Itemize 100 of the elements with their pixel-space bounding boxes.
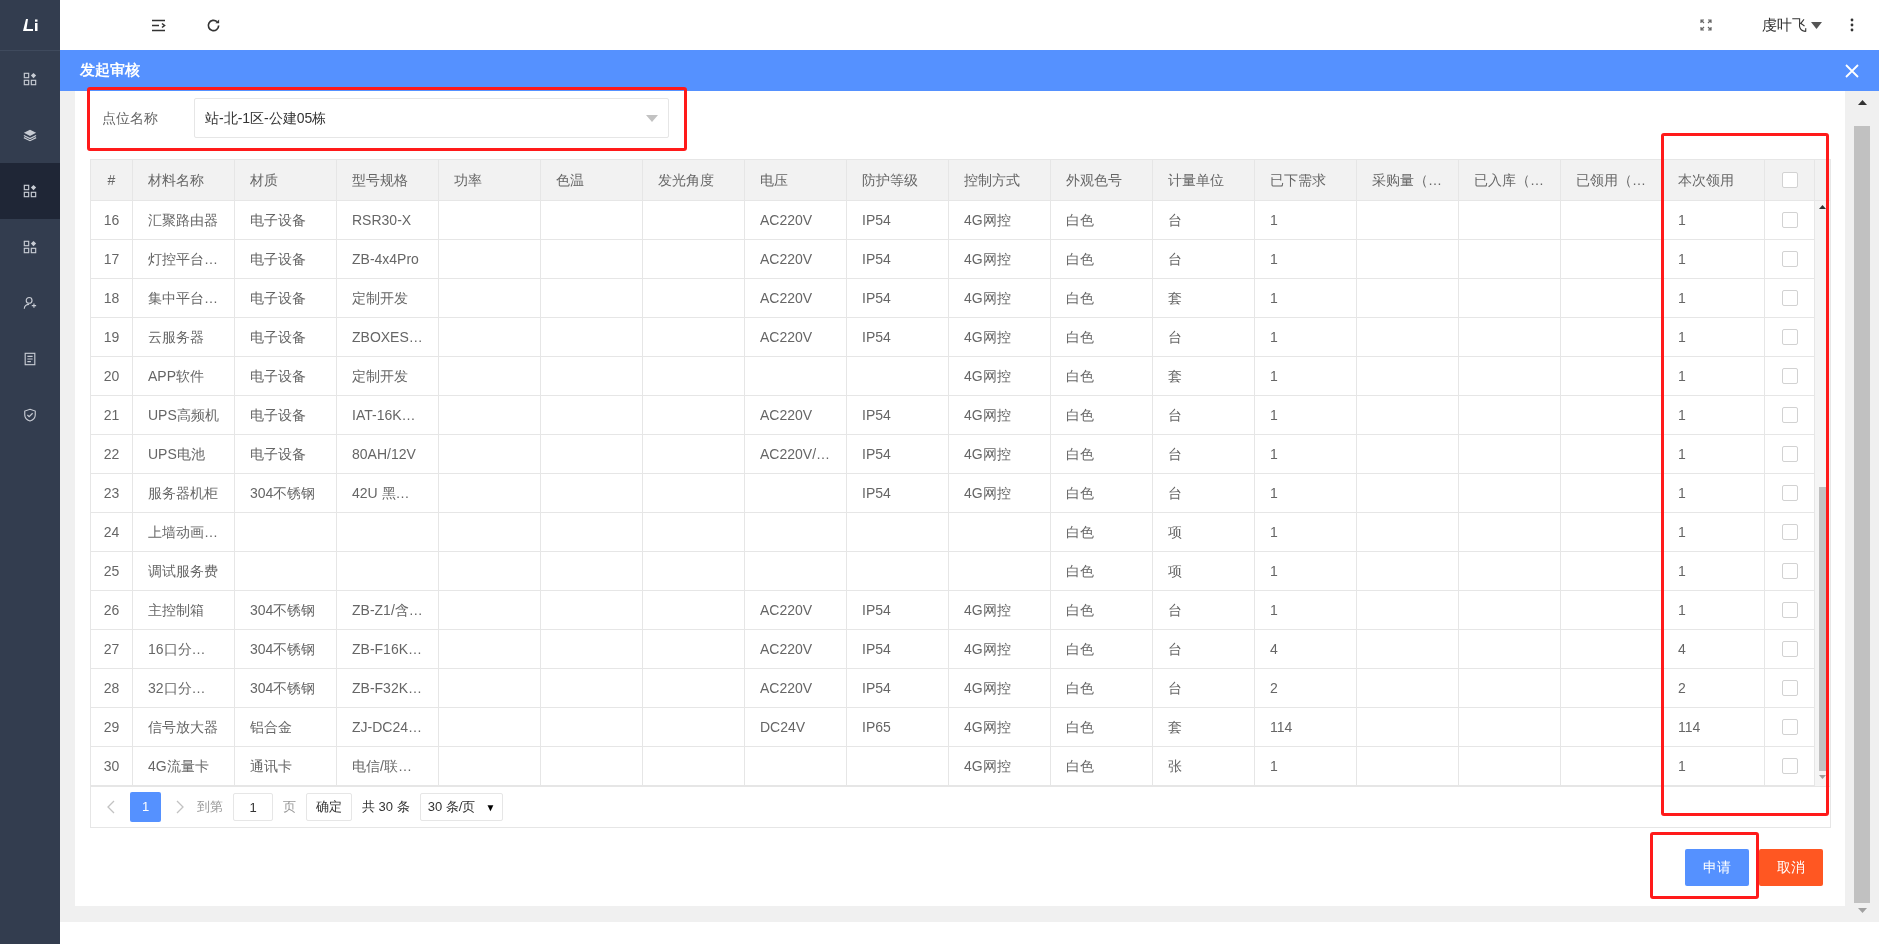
checkbox[interactable] xyxy=(1781,446,1798,462)
scroll-down-icon[interactable] xyxy=(1819,775,1826,779)
table-cell-text: 服务器机柜 xyxy=(148,483,218,503)
page-size-select[interactable]: 30 条/页 ▼ xyxy=(419,793,504,821)
table-cell-text: 18 xyxy=(103,288,120,308)
table-cell-text: AC220V xyxy=(760,405,813,425)
scroll-down-icon[interactable] xyxy=(1857,908,1867,913)
table-cell-text: 调试服务费 xyxy=(148,561,218,581)
table-cell-text: 台 xyxy=(1168,639,1182,659)
table-cell-text: 集中平台… xyxy=(148,288,218,308)
table-cell-text: 台 xyxy=(1168,600,1182,620)
table-cell-text: AC220V xyxy=(760,288,813,308)
scroll-up-icon[interactable] xyxy=(1819,205,1826,209)
table-cell-text: 4G网控 xyxy=(964,444,1011,464)
checkbox[interactable] xyxy=(1781,758,1798,774)
table-cell-text: IP54 xyxy=(862,444,891,464)
table-cell-text: 1 xyxy=(1678,444,1686,464)
table-cell-text: 1 xyxy=(1270,444,1278,464)
fullscreen-icon[interactable] xyxy=(1700,19,1712,31)
next-page-icon[interactable] xyxy=(176,800,184,814)
table-cell-text: 1 xyxy=(1678,483,1686,503)
more-icon[interactable] xyxy=(1850,18,1854,32)
column-header: 本次领用 xyxy=(1678,170,1734,190)
column-header: 外观色号 xyxy=(1066,170,1122,190)
table-cell-text: 定制开发 xyxy=(352,366,408,386)
table-cell-text: 2 xyxy=(1678,678,1686,698)
close-icon[interactable] xyxy=(1845,63,1859,78)
column-header: 计量单位 xyxy=(1168,170,1224,190)
page-input[interactable]: 1 xyxy=(233,793,273,821)
table-cell-text: AC220V xyxy=(760,210,813,230)
table-cell-text: AC220V xyxy=(760,327,813,347)
table-cell-text: 白色 xyxy=(1066,639,1094,659)
table-cell-text: 云服务器 xyxy=(148,327,204,347)
table-cell-text: 白色 xyxy=(1066,561,1094,581)
checkbox[interactable] xyxy=(1781,602,1798,618)
dropdown-caret-icon: ▼ xyxy=(485,799,496,815)
table-cell-text: 1 xyxy=(1270,210,1278,230)
checkbox[interactable] xyxy=(1781,563,1798,579)
table-cell-text: 17 xyxy=(103,249,120,269)
table-cell-text: 1 xyxy=(1270,405,1278,425)
table-cell-text: 白色 xyxy=(1066,327,1094,347)
checkbox[interactable] xyxy=(1781,524,1798,540)
confirm-button[interactable]: 确定 xyxy=(306,793,352,821)
checkbox[interactable] xyxy=(1781,485,1798,501)
table-cell-text: 4G网控 xyxy=(964,600,1011,620)
previous-page-icon[interactable] xyxy=(107,800,115,814)
column-header: 已入库（… xyxy=(1474,170,1544,190)
checkbox[interactable] xyxy=(1781,719,1798,735)
scrollbar-thumb[interactable] xyxy=(1818,487,1827,771)
page-scrollbar[interactable] xyxy=(1845,91,1879,922)
table-cell-text: UPS电池 xyxy=(148,444,205,464)
table-cell-text: 上墙动画… xyxy=(148,522,218,542)
table-cell-text: 4G网控 xyxy=(964,249,1011,269)
user-icon xyxy=(23,296,37,310)
checkbox[interactable] xyxy=(1781,368,1798,384)
table-cell-text: ZB-4x4Pro xyxy=(352,249,419,269)
table-cell-text: 24 xyxy=(103,522,120,542)
table-cell-text: APP软件 xyxy=(148,366,204,386)
checkbox[interactable] xyxy=(1781,172,1798,188)
table-cell-text: 1 xyxy=(1270,483,1278,503)
table-cell-text: 白色 xyxy=(1066,405,1094,425)
table-cell-text: 1 xyxy=(1270,561,1278,581)
table-cell-text: 2 xyxy=(1270,678,1278,698)
user-menu[interactable]: 虔叶飞 xyxy=(1762,13,1822,37)
checkbox[interactable] xyxy=(1781,290,1798,306)
table-cell-text: 1 xyxy=(1270,366,1278,386)
table-cell-text: 4G网控 xyxy=(964,678,1011,698)
table-cell-text: 29 xyxy=(103,717,120,737)
table-cell-text: 4G网控 xyxy=(964,210,1011,230)
table-cell-text: 4 xyxy=(1678,639,1686,659)
table-cell-text: 4G流量卡 xyxy=(148,756,209,776)
table-cell-text: 1 xyxy=(1270,288,1278,308)
table-cell-text: 白色 xyxy=(1066,288,1094,308)
checkbox[interactable] xyxy=(1781,680,1798,696)
table-cell-text: 1 xyxy=(1678,561,1686,581)
checkbox[interactable] xyxy=(1781,329,1798,345)
scrollbar-thumb[interactable] xyxy=(1854,126,1870,903)
column-header: 发光角度 xyxy=(658,170,714,190)
checkbox[interactable] xyxy=(1781,212,1798,228)
refresh-icon[interactable] xyxy=(206,17,221,33)
checkbox[interactable] xyxy=(1781,251,1798,267)
location-select[interactable]: 站-北-1区-公建05栋 xyxy=(194,98,669,138)
table-cell-text: 套 xyxy=(1168,366,1182,386)
menu-fold-icon[interactable] xyxy=(151,18,166,32)
checkbox[interactable] xyxy=(1781,641,1798,657)
table-cell-text: 1 xyxy=(1678,249,1686,269)
scroll-up-icon[interactable] xyxy=(1857,100,1867,105)
table-cell-text: 台 xyxy=(1168,444,1182,464)
table-cell-text: IP65 xyxy=(862,717,891,737)
table-cell-text: IP54 xyxy=(862,210,891,230)
caret-icon xyxy=(1811,21,1822,29)
table-cell-text: 304不锈钢 xyxy=(250,678,316,698)
column-header: 控制方式 xyxy=(964,170,1020,190)
column-header: 材质 xyxy=(250,170,278,190)
table-cell-text: AC220V xyxy=(760,639,813,659)
table-cell-text: 定制开发 xyxy=(352,288,408,308)
table-cell-text: 套 xyxy=(1168,717,1182,737)
column-header: 材料名称 xyxy=(148,170,204,190)
checkbox[interactable] xyxy=(1781,407,1798,423)
sidebar-item[interactable] xyxy=(0,163,60,219)
